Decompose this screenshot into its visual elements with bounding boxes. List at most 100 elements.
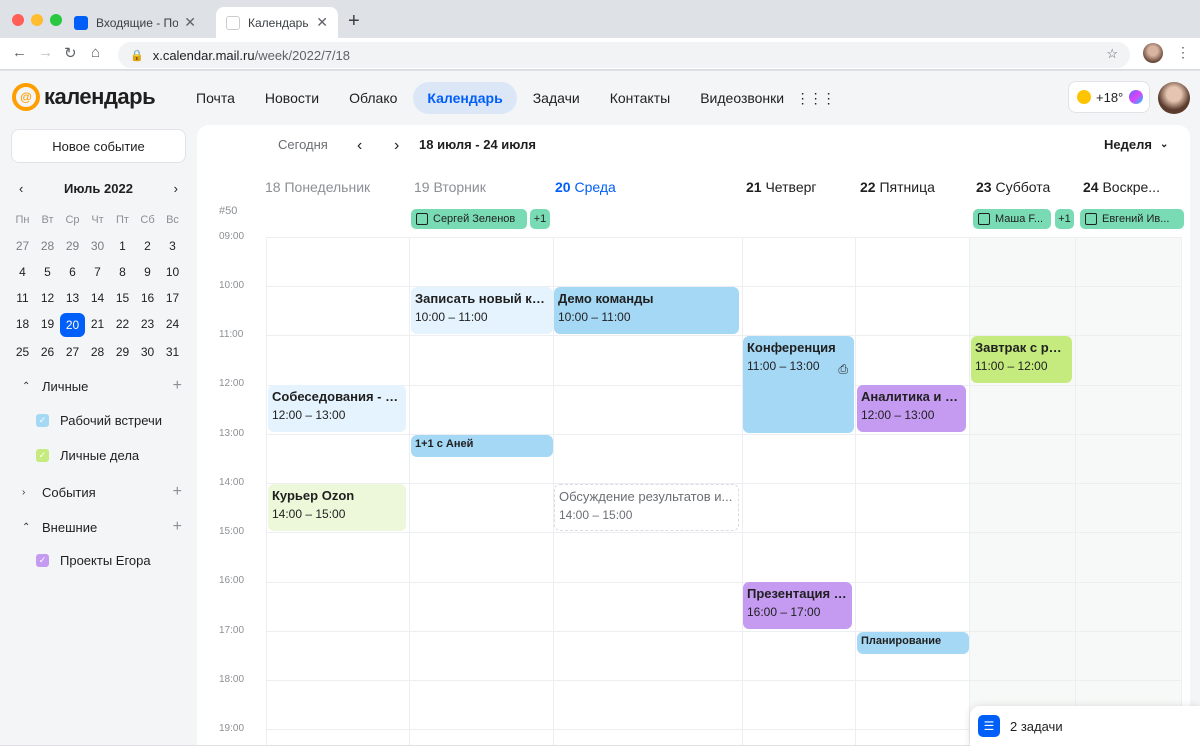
window-controls[interactable] [12,14,62,26]
calendar-work-meetings[interactable]: ✓ Рабочий встречи [36,413,162,428]
section-events[interactable]: › События + [22,483,182,501]
more-allday-chip[interactable]: +1 [1055,209,1074,229]
birthday-chip[interactable]: Сергей Зеленов [411,209,527,229]
browser-menu-icon[interactable]: ⋮ [1176,44,1190,61]
event-card[interactable]: Завтрак с род... 11:00 – 12:00 [971,336,1072,383]
user-avatar[interactable] [1158,82,1190,114]
event-card[interactable]: Планирование [857,632,969,654]
mini-day[interactable]: 27 [10,235,35,257]
mini-day[interactable]: 9 [135,261,160,283]
mini-day[interactable]: 16 [135,287,160,309]
bookmark-star-icon[interactable]: ☆ [1106,46,1118,62]
nav-mail[interactable]: Почта [182,82,249,114]
mini-day[interactable]: 3 [160,235,185,257]
day-header-mon[interactable]: 18 Понедельник [265,179,403,195]
mini-day[interactable]: 23 [135,313,160,335]
event-card[interactable]: Демо команды 10:00 – 11:00 [554,287,739,334]
next-month-icon[interactable]: › [174,181,178,196]
day-header-fri[interactable]: 22 Пятница [860,179,965,195]
mini-day[interactable]: 31 [160,341,185,363]
mini-day[interactable]: 8 [110,261,135,283]
mini-day[interactable]: 29 [110,341,135,363]
mini-day[interactable]: 21 [85,313,110,335]
mini-day[interactable]: 19 [35,313,60,335]
day-header-thu[interactable]: 21 Четверг [746,179,851,195]
close-tab-icon[interactable]: ✕ [316,14,328,31]
reload-icon[interactable]: ↻ [64,44,77,62]
event-card-tentative[interactable]: Обсуждение результатов и... 14:00 – 15:0… [554,484,739,531]
today-button[interactable]: Сегодня [278,137,328,152]
mini-day[interactable]: 2 [135,235,160,257]
prev-month-icon[interactable]: ‹ [19,181,23,196]
mini-day[interactable]: 25 [10,341,35,363]
mini-day[interactable]: 17 [160,287,185,309]
checkbox-icon[interactable]: ✓ [36,414,49,427]
event-card[interactable]: Конференция 11:00 – 13:00 ⎙ [743,336,854,433]
nav-calendar[interactable]: Календарь [413,82,517,114]
forward-icon[interactable]: → [38,44,53,61]
mini-day[interactable]: 18 [10,313,35,335]
browser-tab-calendar[interactable]: Календарь ✕ [216,7,338,38]
mini-day[interactable]: 4 [10,261,35,283]
prev-week-icon[interactable]: ‹ [357,137,362,155]
more-allday-chip[interactable]: +1 [530,209,550,229]
mini-day[interactable]: 6 [60,261,85,283]
nav-contacts[interactable]: Контакты [596,82,684,114]
event-card[interactable]: Презентация - ... 16:00 – 17:00 [743,582,852,629]
mini-day[interactable]: 13 [60,287,85,309]
next-week-icon[interactable]: › [394,137,399,155]
browser-profile-avatar[interactable] [1143,43,1163,63]
mini-day[interactable]: 10 [160,261,185,283]
birthday-chip[interactable]: Евгений Ив... [1080,209,1184,229]
home-icon[interactable]: ⌂ [91,44,100,61]
mini-day[interactable]: 7 [85,261,110,283]
nav-cloud[interactable]: Облако [335,82,411,114]
mini-day[interactable]: 11 [10,287,35,309]
mini-day[interactable]: 5 [35,261,60,283]
mini-day[interactable]: 29 [60,235,85,257]
new-event-button[interactable]: Новое событие [11,129,186,163]
day-header-tue[interactable]: 19 Вторник [414,179,549,195]
new-tab-button[interactable]: + [348,10,360,33]
event-card[interactable]: 1+1 с Аней [411,435,553,457]
calendar-logo[interactable]: @ календарь [12,83,156,111]
add-calendar-icon[interactable]: + [173,518,182,536]
mini-day[interactable]: 26 [35,341,60,363]
minimize-window-button[interactable] [31,14,43,26]
mini-day[interactable]: 24 [160,313,185,335]
view-selector[interactable]: Неделя ⌄ [1104,137,1168,152]
mini-day[interactable]: 27 [60,341,85,363]
weather-widget[interactable]: +18° [1068,81,1150,113]
close-tab-icon[interactable]: ✕ [184,14,196,31]
mini-day[interactable]: 1 [110,235,135,257]
mini-day[interactable]: 12 [35,287,60,309]
nav-news[interactable]: Новости [251,82,333,114]
checkbox-icon[interactable]: ✓ [36,554,49,567]
event-card[interactable]: Собеседования - Ви... 12:00 – 13:00 [268,385,406,432]
checkbox-icon[interactable]: ✓ [36,449,49,462]
event-card[interactable]: Аналитика и ме... 12:00 – 13:00 [857,385,966,432]
add-calendar-icon[interactable]: + [173,377,182,395]
day-header-wed[interactable]: 20 Среда [555,179,735,195]
mini-day[interactable]: 28 [85,341,110,363]
add-calendar-icon[interactable]: + [173,483,182,501]
mini-day[interactable]: 14 [85,287,110,309]
nav-tasks[interactable]: Задачи [519,82,594,114]
mini-day[interactable]: 22 [110,313,135,335]
apps-grid-icon[interactable]: ⋮⋮⋮ [796,82,836,114]
nav-videocalls[interactable]: Видеозвонки [686,82,798,114]
mini-day-today[interactable]: 20 [60,313,85,337]
event-card[interactable]: Записать новый кас... 10:00 – 11:00 [411,287,553,334]
assistant-icon[interactable] [1129,90,1144,104]
birthday-chip[interactable]: Маша F... [973,209,1051,229]
event-card[interactable]: Курьер Ozon 14:00 – 15:00 [268,484,406,531]
address-bar[interactable]: 🔒 x.calendar.mail.ru/week/2022/7/18 ☆ [118,42,1130,68]
mini-day[interactable]: 30 [135,341,160,363]
maximize-window-button[interactable] [50,14,62,26]
mini-day[interactable]: 28 [35,235,60,257]
section-external[interactable]: ⌃ Внешние + [22,518,182,536]
close-window-button[interactable] [12,14,24,26]
day-header-sun[interactable]: 24 Воскре... [1083,179,1188,195]
section-personal[interactable]: ⌃ Личные + [22,377,182,395]
calendar-egor-projects[interactable]: ✓ Проекты Егора [36,553,151,568]
